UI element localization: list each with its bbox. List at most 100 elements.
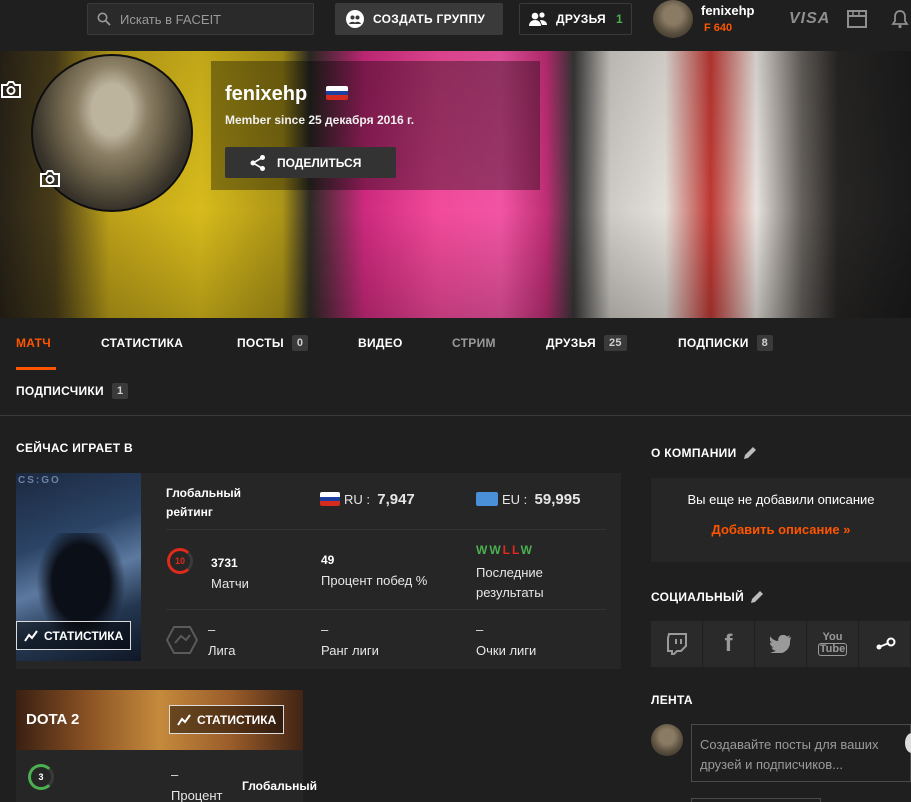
search-input[interactable] [120, 4, 310, 34]
result-5: W [520, 543, 534, 557]
visa-logo[interactable]: VISA [789, 10, 830, 28]
about-heading-label: О КОМПАНИИ [651, 446, 737, 460]
twitter-icon[interactable] [755, 621, 806, 667]
matches-label: Матчи [211, 576, 249, 591]
winrate-label: Процент побед % [321, 573, 428, 588]
clapperboard-icon[interactable] [847, 10, 867, 28]
winrate-value: 49 [321, 553, 335, 567]
league-label: Лига [208, 643, 236, 658]
create-group-label: СОЗДАТЬ ГРУППУ [373, 12, 486, 26]
share-button[interactable]: ПОДЕЛИТЬСЯ [225, 147, 396, 178]
league-value: – [208, 622, 216, 637]
facebook-icon[interactable]: f [703, 621, 754, 667]
add-description-link[interactable]: Добавить описание » [651, 522, 911, 537]
recent-results: WWLLW [476, 543, 534, 557]
dota-winrate-label: Процент [171, 788, 223, 802]
feed-attachment-bar[interactable] [691, 798, 821, 802]
friends-icon [529, 12, 547, 26]
dota-title: DOTA 2 [26, 711, 80, 728]
result-3: L [502, 543, 512, 557]
profile-tabs: МАТЧ СТАТИСТИКА ПОСТЫ 0 ВИДЕО СТРИМ ДРУЗЬ… [0, 318, 911, 416]
about-empty-text: Вы еще не добавили описание [687, 492, 875, 507]
tab-match-label: МАТЧ [16, 336, 52, 350]
ru-label: RU : [344, 492, 370, 507]
tab-match[interactable]: МАТЧ [16, 333, 57, 370]
dota-card-body [16, 750, 303, 802]
stats-icon [177, 713, 191, 726]
league-icon [166, 626, 198, 654]
stats-icon [24, 629, 38, 642]
result-4: L [512, 543, 521, 557]
tab-subscriptions-count: 8 [756, 335, 774, 351]
eu-rating: EU : 59,995 [476, 491, 580, 508]
csgo-stats-button[interactable]: СТАТИСТИКА [16, 621, 132, 650]
tab-subscriptions-label: ПОДПИСКИ [678, 336, 749, 350]
edit-social-pencil-icon[interactable] [750, 590, 764, 604]
points-value: 640 [713, 22, 733, 34]
ru-rating: RU : 7,947 [320, 491, 415, 508]
now-playing-heading: СЕЙЧАС ИГРАЕТ В [16, 441, 133, 455]
tab-posts[interactable]: ПОСТЫ 0 [237, 333, 309, 353]
tab-friends-label: ДРУЗЬЯ [546, 336, 596, 350]
tab-statistics[interactable]: СТАТИСТИКА [101, 333, 183, 353]
user-name[interactable]: fenixehp [701, 3, 754, 18]
tab-video[interactable]: ВИДЕО [358, 333, 403, 353]
tab-followers-label: ПОДПИСЧИКИ [16, 384, 104, 398]
twitch-icon[interactable] [651, 621, 702, 667]
group-icon [346, 10, 364, 28]
user-points: F 640 [704, 22, 732, 34]
social-links: f You Tube [651, 621, 911, 667]
youtube-icon[interactable]: You Tube [807, 621, 858, 667]
steam-icon[interactable] [859, 621, 910, 667]
top-bar: СОЗДАТЬ ГРУППУ ДРУЗЬЯ 1 fenixehp F 640 V… [0, 0, 911, 40]
league-rank-value: – [321, 622, 329, 637]
feed-user-avatar [651, 724, 683, 756]
tab-friends[interactable]: ДРУЗЬЯ 25 [546, 333, 627, 353]
feed-composer[interactable] [691, 724, 911, 782]
eu-region-icon [476, 492, 498, 506]
faceit-points-icon: F [704, 22, 714, 34]
create-group-button[interactable]: СОЗДАТЬ ГРУППУ [335, 3, 503, 35]
profile-name: fenixehp [225, 83, 308, 105]
user-avatar[interactable] [653, 0, 693, 38]
dota-level-badge: 3 [28, 764, 54, 790]
tab-video-label: ВИДЕО [358, 336, 403, 350]
skill-level-badge: 10 [167, 548, 193, 574]
about-heading: О КОМПАНИИ [651, 446, 757, 460]
search-box[interactable] [87, 3, 314, 35]
result-1: W [476, 543, 490, 557]
tab-stream[interactable]: СТРИМ [452, 333, 496, 353]
tab-followers-count: 1 [111, 383, 129, 399]
russia-flag-icon [320, 492, 340, 506]
social-heading-label: СОЦИАЛЬНЫЙ [651, 590, 744, 604]
feed-heading: ЛЕНТА [651, 693, 693, 707]
feed-post-input[interactable] [700, 735, 900, 777]
tab-posts-label: ПОСТЫ [237, 336, 284, 350]
dota-card-header: DOTA 2 СТАТИСТИКА [16, 690, 303, 750]
dota-stats-button[interactable]: СТАТИСТИКА [169, 705, 285, 734]
ru-value: 7,947 [377, 491, 415, 508]
friends-count: 1 [615, 12, 623, 26]
edit-about-pencil-icon[interactable] [743, 446, 757, 460]
league-points-value: – [476, 622, 484, 637]
league-rank-label: Ранг лиги [321, 643, 379, 658]
bell-icon[interactable] [890, 9, 910, 29]
feed-heading-label: ЛЕНТА [651, 693, 693, 707]
dota-stats-label: СТАТИСТИКА [197, 712, 277, 727]
friends-label: ДРУЗЬЯ [556, 12, 606, 26]
change-cover-camera-icon[interactable] [0, 79, 22, 99]
social-heading: СОЦИАЛЬНЫЙ [651, 590, 764, 604]
change-avatar-camera-icon[interactable] [39, 168, 61, 188]
tab-subscriptions[interactable]: ПОДПИСКИ 8 [678, 333, 774, 353]
search-icon [97, 12, 111, 26]
member-since: Member since 25 декабря 2016 г. [225, 113, 415, 127]
result-2: W [489, 543, 503, 557]
tab-followers[interactable]: ПОДПИСЧИКИ 1 [16, 381, 129, 401]
csgo-logo: CS:GO [18, 475, 61, 486]
about-panel: Вы еще не добавили описание Добавить опи… [651, 478, 911, 562]
friends-button[interactable]: ДРУЗЬЯ 1 [519, 3, 632, 35]
eu-label: EU : [502, 492, 528, 507]
tab-statistics-label: СТАТИСТИКА [101, 336, 184, 350]
share-icon [250, 154, 265, 171]
eu-value: 59,995 [534, 491, 581, 508]
